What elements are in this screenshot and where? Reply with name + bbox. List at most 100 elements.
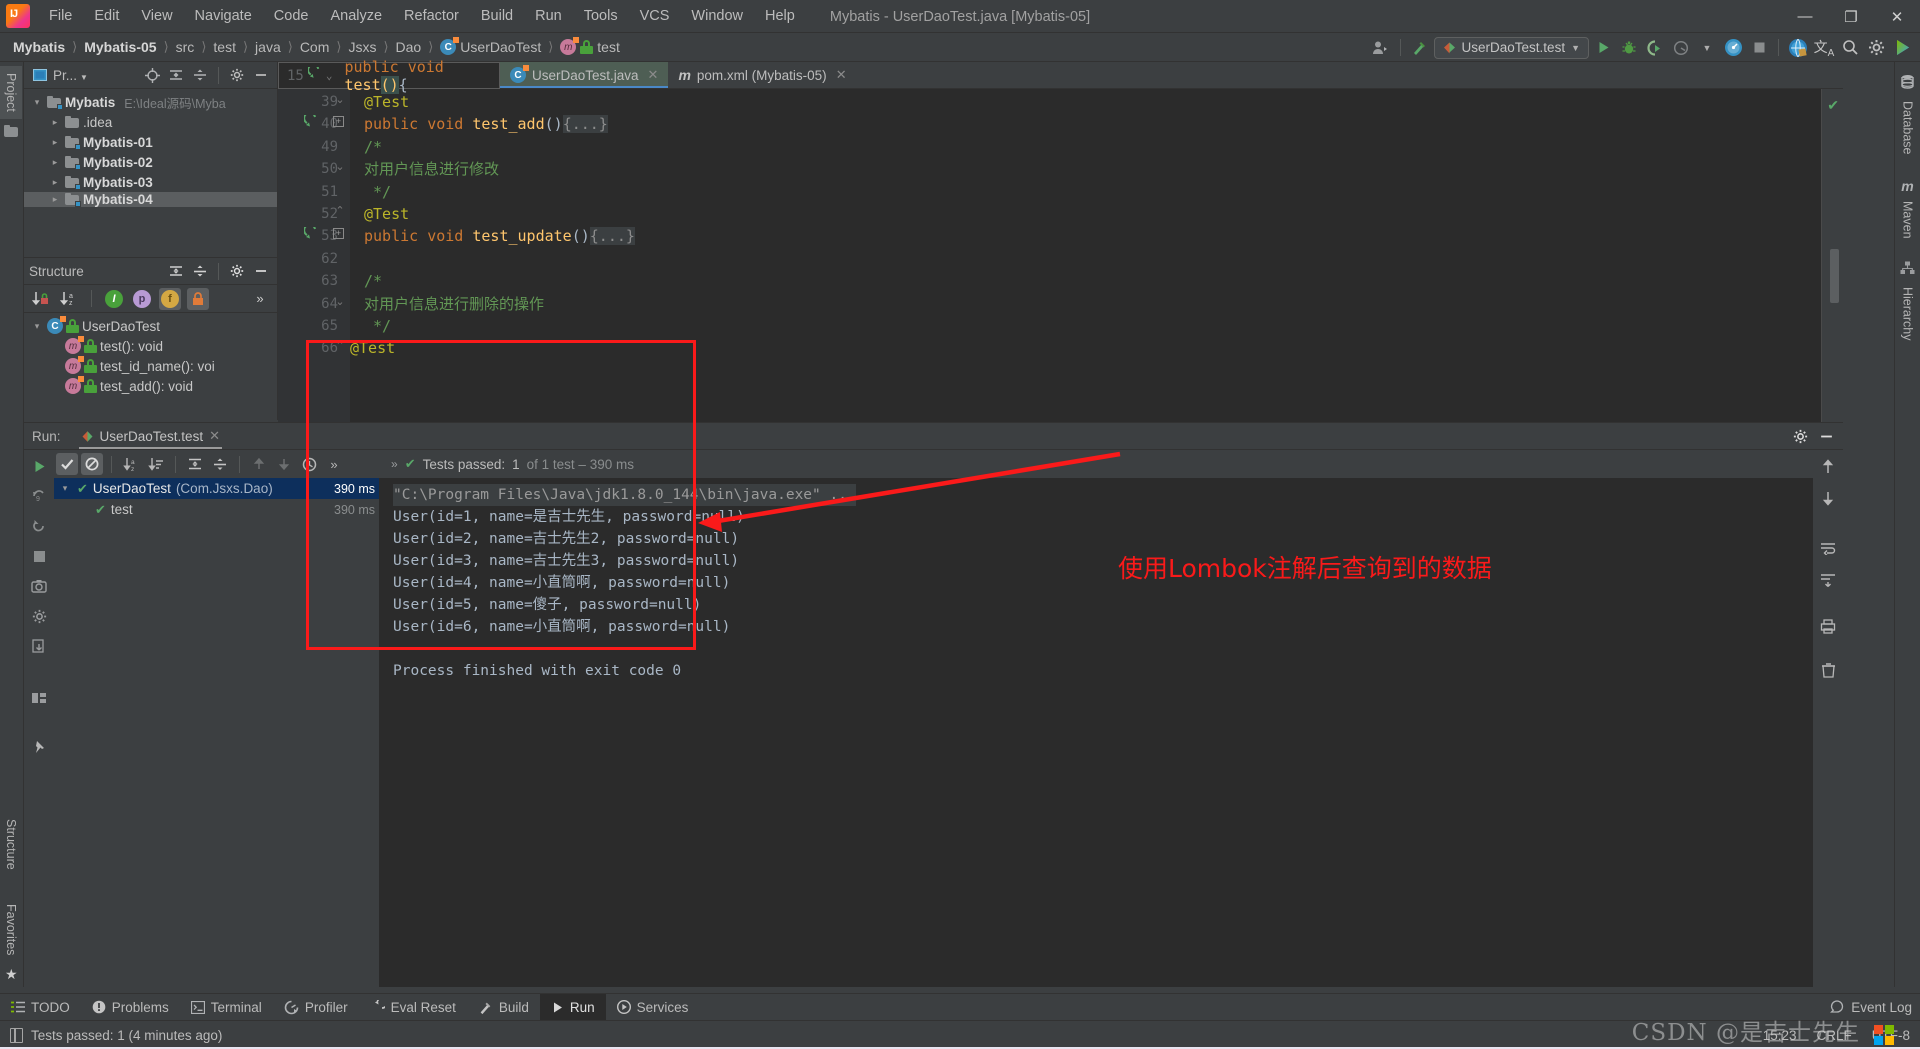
tree-row[interactable]: ▸ Mybatis-03 (24, 172, 277, 192)
run-button[interactable] (1591, 36, 1615, 60)
tool-button-build[interactable]: Build (467, 994, 540, 1020)
editor-gutter[interactable]: 39 40 49 50 51 52 53 62 63 64 65 66 ⌄ + … (278, 89, 350, 422)
clear-all-icon[interactable] (1816, 658, 1840, 682)
minimize-button[interactable]: — (1782, 0, 1828, 33)
sort-alphabetically-icon[interactable]: az (58, 288, 80, 310)
chevron-right-icon[interactable]: ▸ (48, 194, 62, 205)
fold-collapse-icon[interactable]: ⌄ (334, 93, 346, 106)
globe-icon[interactable] (1786, 36, 1810, 60)
breadcrumb-item-java[interactable]: java (252, 38, 284, 56)
debug-button[interactable] (1617, 36, 1641, 60)
rerun-button[interactable] (27, 454, 51, 478)
menu-edit[interactable]: Edit (83, 4, 130, 28)
scroll-up-icon[interactable] (1816, 454, 1840, 478)
fold-expand-icon[interactable]: + (333, 116, 344, 127)
fold-end-icon[interactable]: ⌃ (334, 339, 346, 352)
settings-button[interactable] (27, 604, 51, 628)
chevron-right-icon[interactable]: ▸ (48, 177, 62, 188)
menu-vcs[interactable]: VCS (629, 4, 681, 28)
prev-failed-test-icon[interactable] (248, 453, 270, 475)
chevron-right-icon[interactable]: ▸ (48, 137, 62, 148)
project-panel-title[interactable]: Pr... ▼ (53, 68, 88, 83)
code-editor[interactable]: 39 40 49 50 51 52 53 62 63 64 65 66 ⌄ + … (278, 89, 1843, 422)
main-toolbar[interactable]: UserDaoTest.test ▼ ▼ 文A (1369, 33, 1914, 62)
fold-collapse-icon[interactable]: ⌄ (326, 69, 333, 82)
run-tab-userdaotest[interactable]: UserDaoTest.test ✕ (73, 423, 228, 449)
chevron-right-icon[interactable]: ▸ (48, 117, 62, 128)
export-button[interactable] (27, 634, 51, 658)
window-controls[interactable]: — ❐ ✕ (1782, 0, 1920, 33)
event-log-button[interactable]: Event Log (1830, 1000, 1912, 1015)
run-settings-gear-icon[interactable] (1789, 425, 1811, 447)
close-icon[interactable]: ✕ (209, 428, 220, 444)
stop-button[interactable] (1747, 36, 1771, 60)
menu-refactor[interactable]: Refactor (393, 4, 470, 28)
chevron-down-icon[interactable]: ▾ (30, 321, 44, 332)
settings-gear-icon[interactable] (1864, 36, 1888, 60)
menu-tools[interactable]: Tools (573, 4, 629, 28)
breadcrumb-item-com[interactable]: Com (297, 38, 333, 56)
test-tree-toolbar[interactable]: az » (54, 450, 379, 478)
run-configuration-selector[interactable]: UserDaoTest.test ▼ (1433, 36, 1589, 59)
breadcrumb-item-dao[interactable]: Dao (393, 38, 425, 56)
tool-tab-hierarchy[interactable]: Hierarchy (1897, 280, 1919, 348)
tool-button-eval-reset[interactable]: Eval Reset (359, 994, 467, 1020)
collapse-all-icon[interactable] (189, 260, 211, 282)
menu-bar[interactable]: File Edit View Navigate Code Analyze Ref… (38, 4, 806, 28)
expand-all-icon[interactable] (165, 64, 187, 86)
locate-in-tree-icon[interactable] (141, 64, 163, 86)
breadcrumb-item-test[interactable]: test (210, 38, 239, 56)
pin-tab-button[interactable] (27, 736, 51, 760)
panel-settings-icon[interactable] (226, 64, 248, 86)
more-options-icon[interactable]: » (249, 288, 271, 310)
fold-collapse-icon[interactable]: ⌄ (334, 295, 346, 308)
expand-status-icon[interactable]: » (391, 457, 398, 471)
tool-button-problems[interactable]: Problems (81, 994, 180, 1020)
tool-tab-database[interactable]: Database (1897, 94, 1919, 162)
tool-button-todo[interactable]: TODO (0, 994, 81, 1020)
tree-row[interactable]: ▾ Mybatis E:\Ideal源码\Myba (24, 92, 277, 112)
breadcrumb-item-mybatis[interactable]: Mybatis (10, 38, 68, 56)
breadcrumb-item-mybatis-05[interactable]: Mybatis-05 (81, 38, 159, 56)
console-output[interactable]: "C:\Program Files\Java\jdk1.8.0_144\bin\… (379, 478, 1843, 987)
expand-all-icon[interactable] (184, 453, 206, 475)
tool-button-services[interactable]: Services (606, 994, 700, 1020)
screenshot-button[interactable] (27, 574, 51, 598)
tree-row[interactable]: ▾ C UserDaoTest (24, 316, 277, 336)
show-ignored-toggle[interactable] (81, 453, 103, 475)
tool-tab-project[interactable]: Project (0, 66, 22, 119)
menu-window[interactable]: Window (680, 4, 754, 28)
show-properties-icon[interactable]: p (131, 288, 153, 310)
code-text[interactable]: @Test public void test_add(){...} /* 对用户… (350, 89, 1843, 422)
editor-markup-gutter[interactable]: ✔ (1821, 89, 1843, 422)
tool-button-terminal[interactable]: Terminal (180, 994, 273, 1020)
maximize-button[interactable]: ❐ (1828, 0, 1874, 33)
memory-indicator-icon[interactable] (10, 1027, 23, 1043)
close-icon[interactable]: ✕ (836, 67, 847, 83)
close-icon[interactable]: ✕ (648, 67, 659, 83)
translate-icon[interactable]: 文A (1812, 36, 1836, 60)
test-row[interactable]: ▾ ✔ UserDaoTest (Com.Jsxs.Dao) 390 ms (54, 478, 379, 499)
breadcrumb-item-test-method[interactable]: m test (557, 37, 623, 56)
chevron-right-icon[interactable]: ▸ (48, 157, 62, 168)
more-options-icon[interactable]: » (323, 453, 345, 475)
rerun-tests-button[interactable] (27, 514, 51, 538)
expand-all-icon[interactable] (165, 260, 187, 282)
hide-run-panel-icon[interactable] (1815, 425, 1837, 447)
editor-scrollbar[interactable] (1830, 249, 1839, 303)
test-results-tree[interactable]: ▾ ✔ UserDaoTest (Com.Jsxs.Dao) 390 ms ✔ … (54, 478, 379, 987)
close-button[interactable]: ✕ (1874, 0, 1920, 33)
menu-file[interactable]: File (38, 4, 83, 28)
tree-row[interactable]: ▸ .idea (24, 112, 277, 132)
editor-tab-bar[interactable]: C UserDaoTest.java ✕ m pom.xml (Mybatis-… (278, 62, 1843, 89)
panel-settings-icon[interactable] (226, 260, 248, 282)
print-icon[interactable] (1816, 614, 1840, 638)
menu-build[interactable]: Build (470, 4, 524, 28)
editor-tab-userdaotest[interactable]: C UserDaoTest.java ✕ (500, 62, 669, 88)
test-history-icon[interactable] (298, 453, 320, 475)
scroll-down-icon[interactable] (1816, 486, 1840, 510)
menu-navigate[interactable]: Navigate (184, 4, 263, 28)
chevron-down-icon[interactable]: ▾ (58, 483, 72, 494)
build-hammer-icon[interactable] (1408, 36, 1432, 60)
sort-alphabetically-icon[interactable]: az (120, 453, 142, 475)
